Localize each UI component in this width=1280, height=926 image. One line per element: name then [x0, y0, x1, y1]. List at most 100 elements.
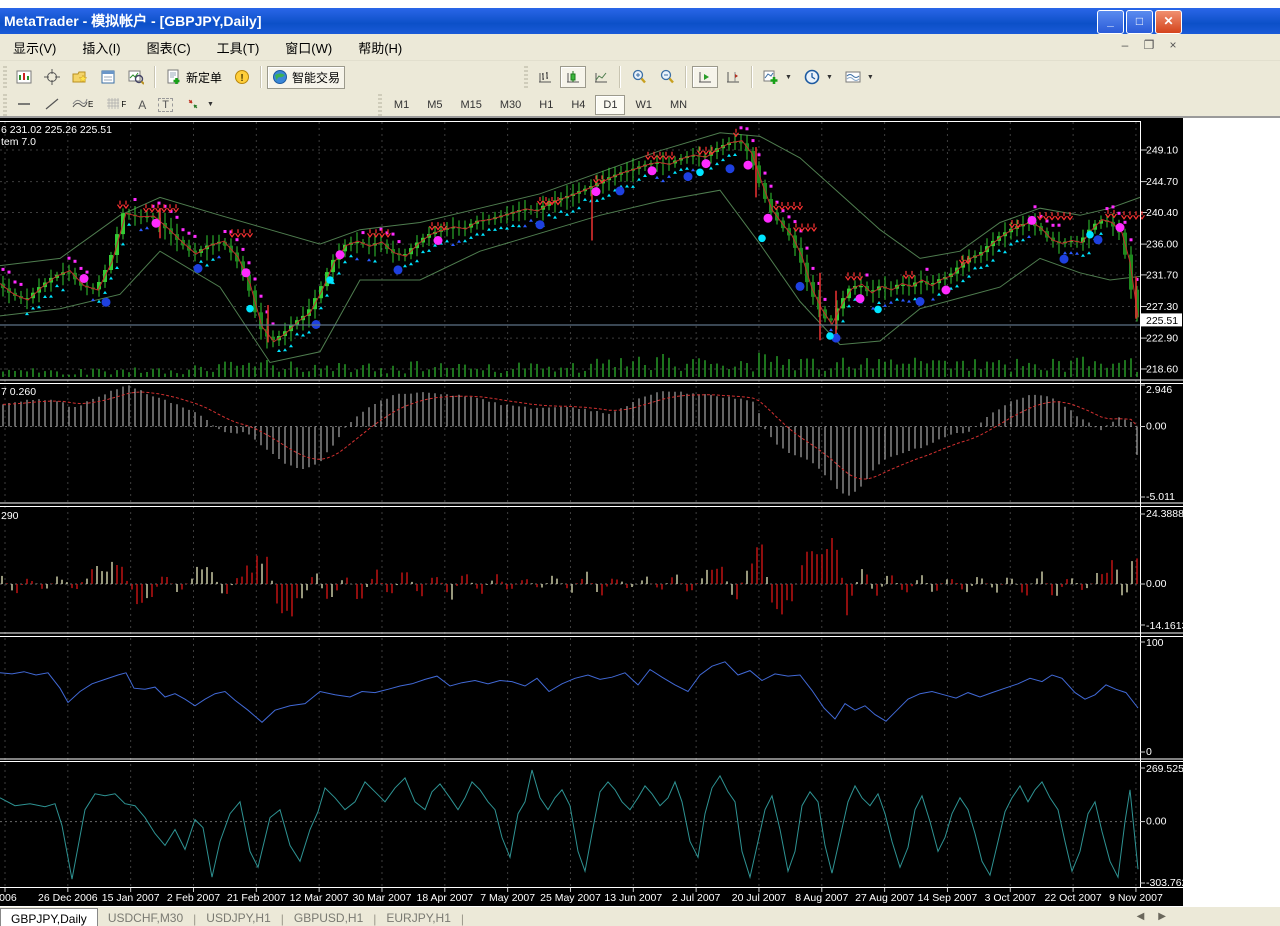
menu-view[interactable]: 显示(V) [0, 35, 69, 60]
toolbar-grip [378, 94, 382, 116]
menu-tools[interactable]: 工具(T) [204, 35, 273, 60]
expert-advisor-globe-icon [272, 69, 288, 85]
svg-text:25 May 2007: 25 May 2007 [540, 892, 601, 904]
title-bar: MetaTrader - 模拟帐户 - [GBPJPY,Daily] _ □ ✕ [0, 8, 1280, 34]
timeframe-h1-button[interactable]: H1 [531, 95, 561, 115]
text-tool-icon: A [138, 98, 146, 112]
timeframe-mn-button[interactable]: MN [662, 95, 695, 115]
svg-text:290: 290 [1, 510, 19, 522]
timeframe-m30-button[interactable]: M30 [492, 95, 529, 115]
timeframe-m15-button[interactable]: M15 [452, 95, 489, 115]
bar-chart-icon [537, 69, 553, 85]
templates-button[interactable]: ▼ [840, 66, 879, 88]
zoom-in-button[interactable] [626, 66, 652, 88]
svg-text:240.40: 240.40 [1146, 207, 1178, 219]
tab-usdchf-m30[interactable]: USDCHF,M30 [98, 908, 193, 926]
menu-window[interactable]: 窗口(W) [272, 35, 345, 60]
indicators-dropdown-caret[interactable]: ▼ [785, 74, 792, 81]
toolbar-grip [3, 94, 7, 116]
zoom-out-button[interactable] [654, 66, 680, 88]
arrows-tool[interactable]: ▼ [180, 94, 219, 116]
maximize-button[interactable]: □ [1126, 10, 1153, 34]
templates-dropdown-caret[interactable]: ▼ [867, 74, 874, 81]
indicators-button[interactable]: ▼ [758, 66, 797, 88]
menu-charts[interactable]: 图表(C) [134, 35, 204, 60]
timeframe-m5-button[interactable]: M5 [419, 95, 450, 115]
bar-chart-button[interactable] [532, 66, 558, 88]
line-chart-button[interactable] [588, 66, 614, 88]
fibonacci-tool[interactable]: F [100, 94, 131, 116]
svg-text:6 231.02 225.26 225.51: 6 231.02 225.26 225.51 [1, 124, 112, 136]
timeframe-h4-button[interactable]: H4 [563, 95, 593, 115]
svg-text:244.70: 244.70 [1146, 176, 1178, 188]
horizontal-line-icon [16, 97, 32, 113]
top-strip [0, 0, 1280, 8]
arrows-dropdown-caret[interactable]: ▼ [207, 101, 214, 108]
svg-text:20 Jul 2007: 20 Jul 2007 [732, 892, 786, 904]
menu-help[interactable]: 帮助(H) [345, 35, 415, 60]
svg-text:0.00: 0.00 [1146, 816, 1167, 828]
svg-text:26 Dec 2006: 26 Dec 2006 [38, 892, 98, 904]
channel-icon [72, 97, 88, 113]
new-order-button[interactable]: 新定单 [161, 66, 227, 89]
svg-text:7 0.260: 7 0.260 [1, 386, 36, 398]
svg-text:227.30: 227.30 [1146, 301, 1178, 313]
svg-text:2 Feb 2007: 2 Feb 2007 [167, 892, 220, 904]
minimize-button[interactable]: _ [1097, 10, 1124, 34]
chart-tab-bar: GBPJPY,Daily USDCHF,M30 | USDJPY,H1 | GB… [0, 906, 1280, 926]
indicators-add-icon [763, 69, 779, 85]
data-window-icon [100, 69, 116, 85]
timeframe-d1-button[interactable]: D1 [595, 95, 625, 115]
chart-canvas[interactable]: 249.10244.70240.40236.00231.70227.30222.… [0, 118, 1183, 906]
svg-text:0.00: 0.00 [1146, 578, 1167, 590]
menu-insert[interactable]: 插入(I) [69, 35, 133, 60]
text-label-icon: T [158, 98, 173, 112]
mdi-close-button[interactable]: × [1164, 38, 1182, 54]
standard-toolbar: 新定单 ! 智能交易 ▼ ▼ ▼ [0, 61, 1280, 93]
tab-separator: | [461, 912, 464, 926]
periods-clock-icon [804, 69, 820, 85]
chart-shift-button[interactable] [720, 66, 746, 88]
strategy-tester-button[interactable] [123, 66, 149, 88]
svg-text:13 Jun 2007: 13 Jun 2007 [604, 892, 662, 904]
tab-gbpjpy-daily[interactable]: GBPJPY,Daily [0, 908, 98, 926]
equidistant-channel-tool[interactable]: E [67, 94, 98, 116]
periods-dropdown-caret[interactable]: ▼ [826, 74, 833, 81]
new-order-icon [166, 69, 182, 85]
horizontal-line-tool[interactable] [11, 94, 37, 116]
svg-text:15 Jan 2007: 15 Jan 2007 [102, 892, 160, 904]
new-order-label: 新定单 [186, 69, 222, 86]
tab-usdjpy-h1[interactable]: USDJPY,H1 [196, 908, 280, 926]
trendline-tool[interactable] [39, 94, 65, 116]
profiles-button[interactable] [67, 66, 93, 88]
chart-shift-icon [725, 69, 741, 85]
tab-gbpusd-h1[interactable]: GBPUSD,H1 [284, 908, 373, 926]
mdi-restore-button[interactable]: ❐ [1140, 38, 1158, 54]
timeframe-m1-button[interactable]: M1 [386, 95, 417, 115]
periods-button[interactable]: ▼ [799, 66, 838, 88]
data-window-button[interactable] [95, 66, 121, 88]
close-button[interactable]: ✕ [1155, 10, 1182, 34]
alert-button[interactable]: ! [229, 66, 255, 88]
toolbar-separator [751, 66, 753, 88]
text-label-tool[interactable]: T [153, 95, 178, 115]
new-chart-button[interactable] [11, 66, 37, 88]
crosshair-button[interactable] [39, 66, 65, 88]
tab-scroll-right-icon[interactable]: ▶ [1158, 911, 1180, 922]
arrows-tool-icon [185, 97, 201, 113]
auto-scroll-button[interactable] [692, 66, 718, 88]
svg-text:236.00: 236.00 [1146, 239, 1178, 251]
svg-text:22 Oct 2007: 22 Oct 2007 [1045, 892, 1102, 904]
text-tool[interactable]: A [133, 95, 151, 115]
tab-eurjpy-h1[interactable]: EURJPY,H1 [376, 908, 460, 926]
svg-text:249.10: 249.10 [1146, 145, 1178, 157]
mdi-minimize-button[interactable]: – [1116, 38, 1134, 54]
line-studies-toolbar: E F A T ▼ M1 M5 M15 M30 H1 H4 D1 W1 MN [0, 93, 1280, 118]
svg-text:30 Mar 2007: 30 Mar 2007 [352, 892, 411, 904]
timeframe-w1-button[interactable]: W1 [627, 95, 660, 115]
tab-scroll-left-icon[interactable]: ◀ [1137, 911, 1159, 922]
svg-text:!: ! [240, 73, 243, 84]
toolbar-separator [154, 66, 156, 88]
expert-advisor-button[interactable]: 智能交易 [267, 66, 345, 89]
candlestick-chart-button[interactable] [560, 66, 586, 88]
